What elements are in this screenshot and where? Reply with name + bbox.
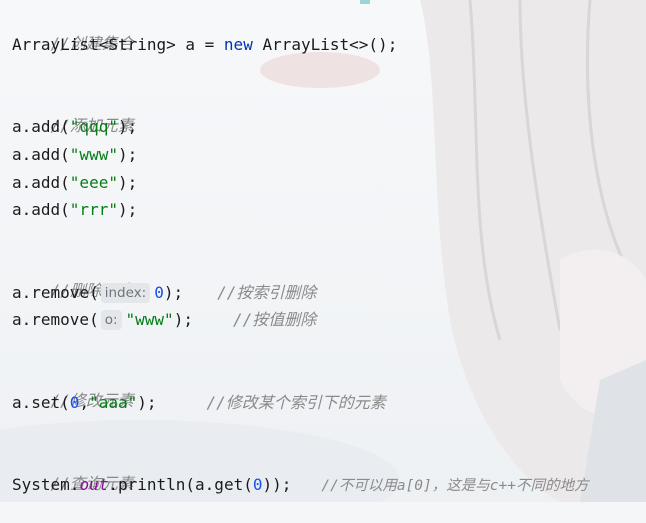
parameter-hint: index: <box>100 283 151 303</box>
code-line-17: //查询元素 <box>12 445 134 493</box>
code-text: a.add( <box>12 117 70 136</box>
code-line-7: a.add("eee"); <box>12 170 137 196</box>
string-literal: "eee" <box>69 173 118 192</box>
code-text: ArrayList<>(); <box>252 35 398 54</box>
code-text: System. <box>12 475 80 494</box>
code-text: a.set( <box>12 393 70 412</box>
code-editor[interactable]: //创建集合 ArrayList<String> a = new ArrayLi… <box>0 0 646 502</box>
number-literal: 0 <box>69 393 80 412</box>
field-reference: out <box>79 475 109 494</box>
code-text: a.remove( <box>12 310 99 329</box>
code-text: ); <box>117 200 138 219</box>
code-text: ); <box>163 283 184 302</box>
number-literal: 0 <box>154 283 164 302</box>
keyword: new <box>223 35 253 54</box>
code-text: a.add( <box>12 200 70 219</box>
code-text: ); <box>117 173 138 192</box>
comment: //不可以用a[0]，这是与c++不同的地方 <box>321 478 589 494</box>
code-text: ); <box>173 310 193 329</box>
code-line-10: //删除元素 <box>12 252 134 300</box>
code-line-4: //添加元素 <box>12 87 134 135</box>
code-line-14: //修改元素 <box>12 362 134 410</box>
string-literal: "qqq" <box>69 117 118 136</box>
code-text: )); <box>262 475 292 494</box>
string-literal: "aaa" <box>89 393 138 412</box>
code-line-5: a.add("qqq"); <box>12 114 137 140</box>
code-text: a.add( <box>12 173 70 192</box>
code-line-12: a.remove(o: "www"); //按值删除 <box>12 307 316 333</box>
code-text: ); <box>117 145 138 164</box>
string-literal: "www" <box>69 145 118 164</box>
code-text: ); <box>137 393 157 412</box>
code-text: .println(a.get( <box>108 475 253 494</box>
code-line-8: a.add("rrr"); <box>12 197 137 223</box>
code-text: a.add( <box>12 145 70 164</box>
string-literal: "www" <box>125 310 174 329</box>
code-text: a.remove( <box>12 283 99 302</box>
code-line-2: ArrayList<String> a = new ArrayList<>(); <box>12 32 397 58</box>
code-text: , <box>79 393 90 412</box>
parameter-hint: o: <box>100 310 122 330</box>
comment: //按值删除 <box>232 310 317 329</box>
comment: //修改某个索引下的元素 <box>206 393 386 412</box>
code-line-18: System.out.println(a.get(0));//不可以用a[0]，… <box>12 472 588 498</box>
code-line-11: a.remove(index: 0); //按索引删除 <box>12 280 316 306</box>
code-line-1: //创建集合 <box>12 5 134 53</box>
code-line-6: a.add("www"); <box>12 142 137 168</box>
code-text: ); <box>117 117 138 136</box>
code-text: ArrayList<String> a = <box>12 35 224 54</box>
comment: //按索引删除 <box>217 283 317 302</box>
string-literal: "rrr" <box>69 200 118 219</box>
code-line-15: a.set(0,"aaa"); //修改某个索引下的元素 <box>12 390 386 416</box>
